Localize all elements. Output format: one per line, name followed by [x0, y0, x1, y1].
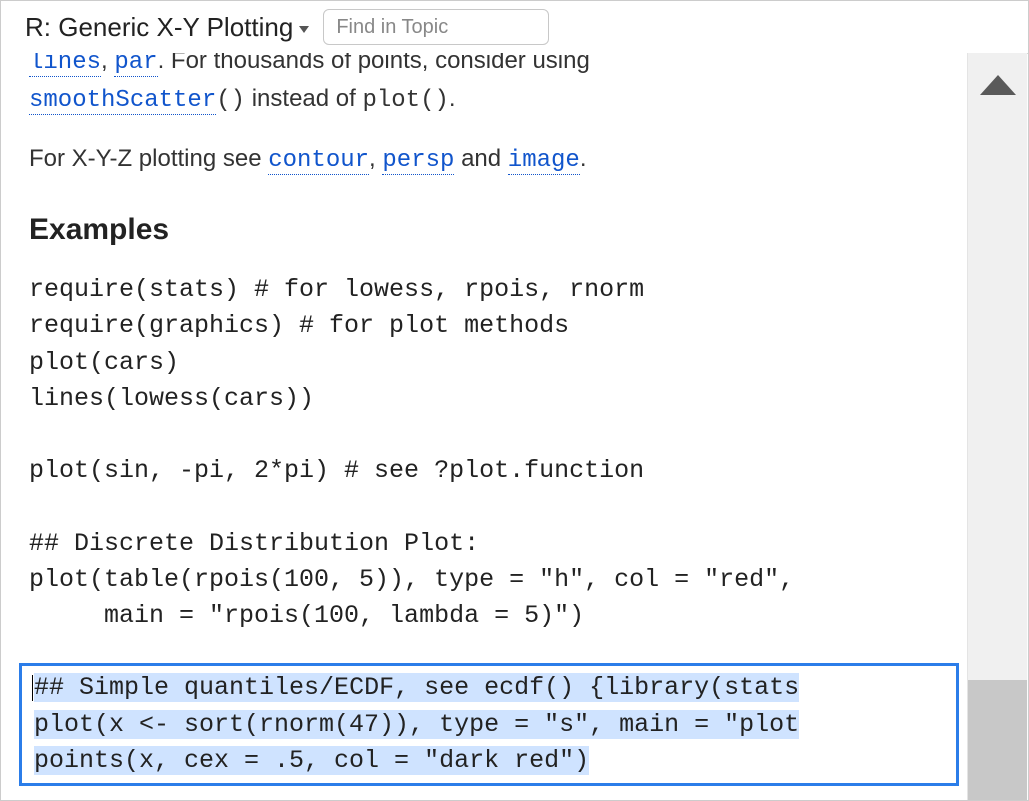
text: instead of [245, 85, 362, 112]
caret-down-icon [299, 26, 309, 33]
topic-title: R: Generic X-Y Plotting [25, 12, 293, 43]
sel-line-1a: # [34, 673, 49, 702]
scroll-thumb[interactable] [968, 680, 1027, 800]
text: . For thousands of points, consider usin… [158, 53, 590, 74]
text: . [580, 145, 587, 172]
link-par[interactable]: par [114, 53, 157, 77]
code-examples[interactable]: require(stats) # for lowess, rpois, rnor… [29, 272, 939, 635]
scroll-up-icon[interactable] [980, 75, 1016, 95]
text: For X-Y-Z plotting see [29, 145, 268, 172]
link-contour[interactable]: contour [268, 147, 369, 175]
help-header: R: Generic X-Y Plotting [1, 1, 1028, 54]
xyz-line: For X-Y-Z plotting see contour, persp an… [29, 141, 939, 179]
sel-line-3: points(x, cex = .5, col = "dark red") [34, 746, 589, 775]
topic-title-dropdown[interactable]: R: Generic X-Y Plotting [25, 12, 309, 43]
text: () [216, 87, 245, 114]
sel-line-2: plot(x <- sort(rnorm(47)), type = "s", m… [34, 710, 799, 739]
vertical-scrollbar[interactable] [967, 53, 1027, 800]
help-pane: R: Generic X-Y Plotting lines, par. For … [0, 0, 1029, 801]
content-wrap: lines, par. For thousands of points, con… [1, 53, 1028, 800]
text: , [369, 145, 382, 172]
link-smoothscatter[interactable]: smoothScatter [29, 87, 216, 115]
selected-code[interactable]: ## Simple quantiles/ECDF, see ecdf() {li… [34, 670, 950, 779]
link-image[interactable]: image [508, 147, 580, 175]
link-lines[interactable]: lines [29, 53, 101, 77]
text: plot [362, 87, 420, 114]
text: , [101, 53, 114, 74]
truncated-line: lines, par. For thousands of points, con… [29, 53, 939, 81]
text: and [454, 145, 507, 172]
link-persp[interactable]: persp [382, 147, 454, 175]
sel-line-1b: # Simple quantiles/ECDF, see ecdf() {lib… [49, 673, 799, 702]
line-smoothscatter: smoothScatter() instead of plot(). [29, 81, 939, 119]
text: . [449, 85, 456, 112]
heading-examples: Examples [29, 207, 939, 252]
text: () [420, 87, 449, 114]
help-content: lines, par. For thousands of points, con… [1, 53, 967, 800]
search-input[interactable] [323, 9, 549, 45]
selection-box[interactable]: ## Simple quantiles/ECDF, see ecdf() {li… [19, 663, 959, 786]
